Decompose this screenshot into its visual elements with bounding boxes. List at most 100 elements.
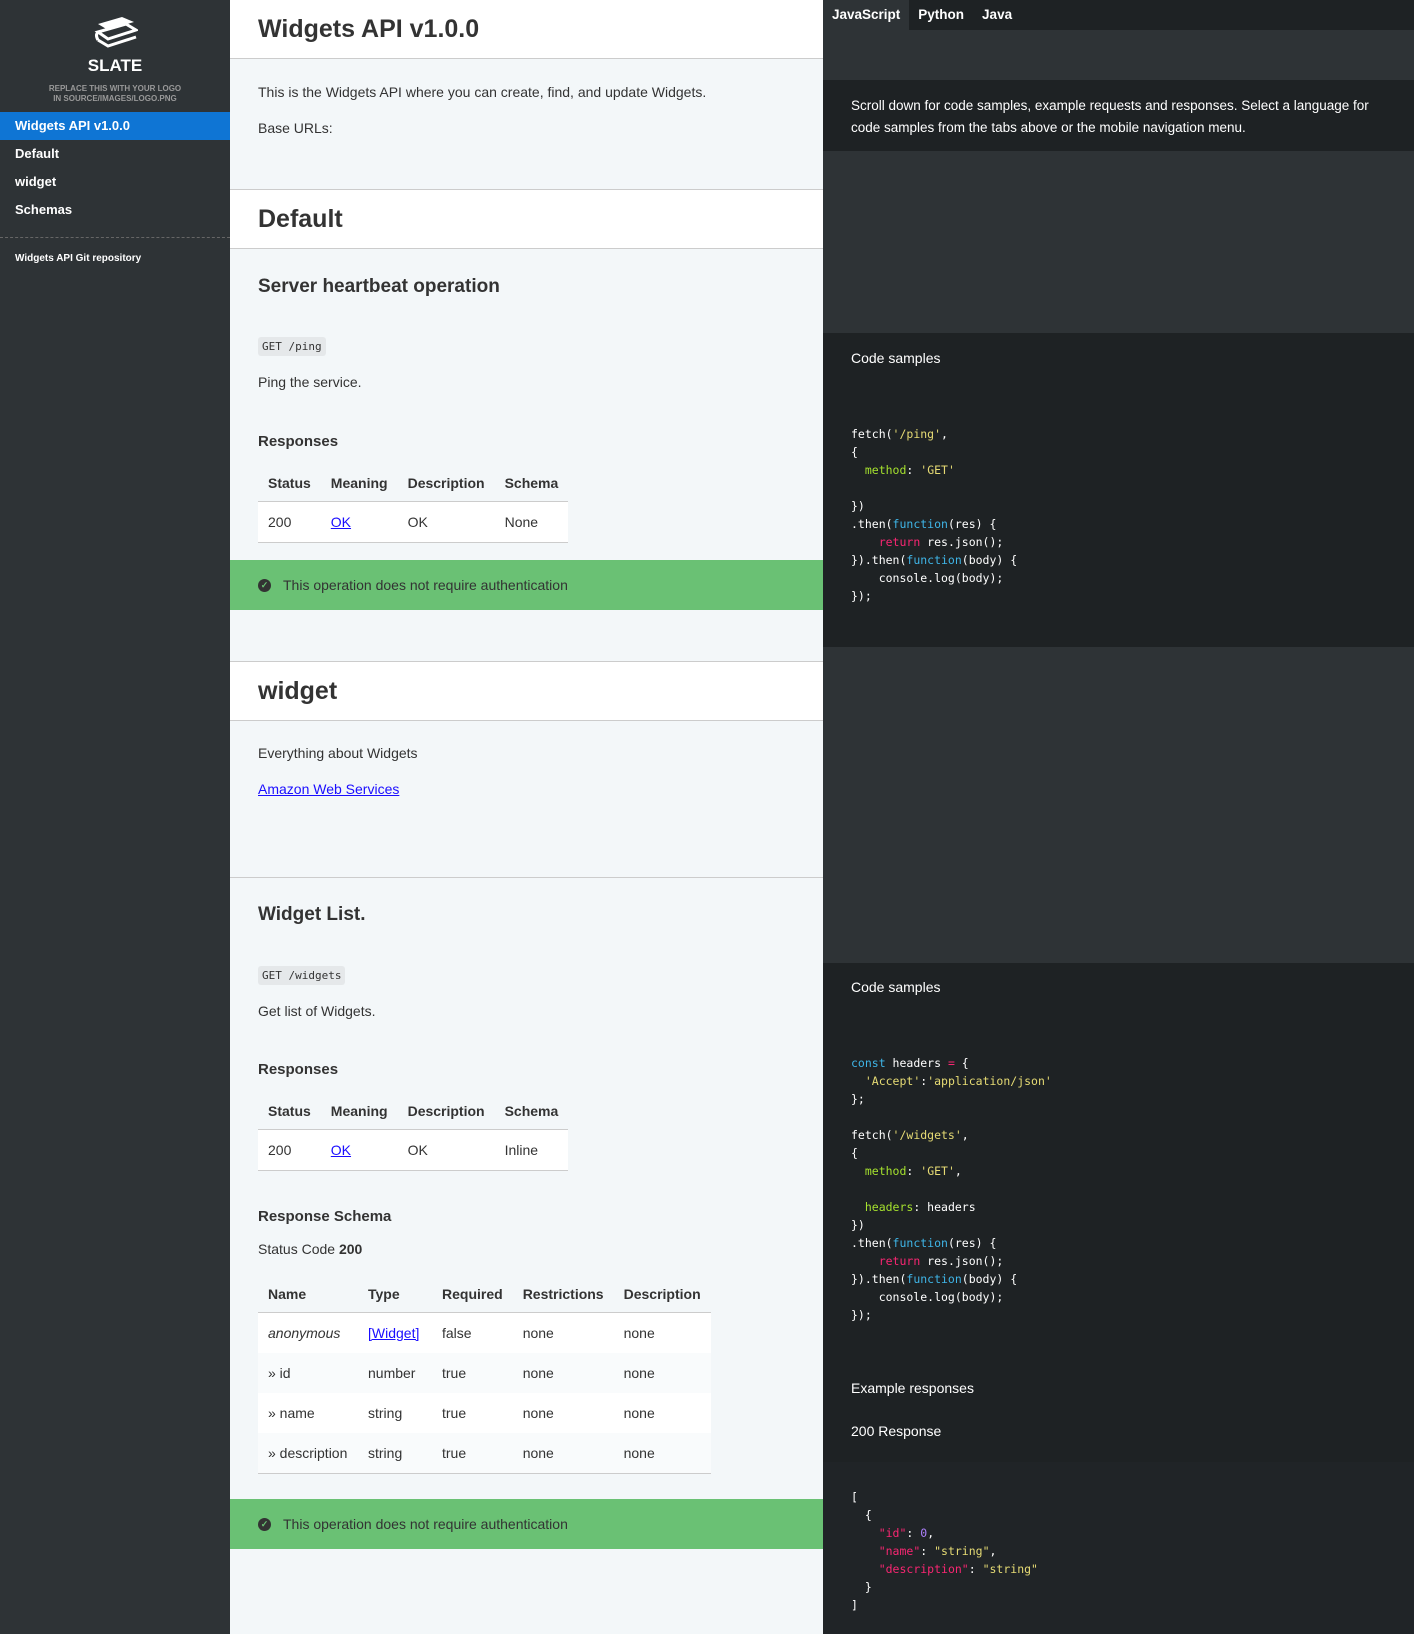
endpoint-code: GET /widgets bbox=[258, 966, 346, 985]
operation-description: Get list of Widgets. bbox=[258, 1003, 376, 1019]
column-header: Description bbox=[397, 465, 495, 502]
code-sample-ping: fetch('/ping', { method: 'GET' }) .then(… bbox=[851, 427, 1018, 603]
column-header: Status bbox=[258, 465, 321, 502]
type-cell: number bbox=[358, 1353, 432, 1393]
divider bbox=[0, 237, 230, 238]
code-sample-widgets: const headers = { 'Accept':'application/… bbox=[851, 1056, 1052, 1322]
status-code-value: 200 bbox=[338, 1241, 363, 1257]
status-cell: 200 bbox=[258, 1129, 321, 1171]
logo-subtitle: IN SOURCE/IMAGES/LOGO.PNG bbox=[53, 94, 177, 103]
description-cell: none bbox=[613, 1353, 711, 1393]
books-logo-icon bbox=[94, 17, 138, 48]
aws-link[interactable]: Amazon Web Services bbox=[258, 781, 399, 797]
git-repo-link[interactable]: Widgets API Git repository bbox=[15, 253, 141, 264]
ok-link[interactable]: OK bbox=[331, 514, 351, 530]
type-cell: string bbox=[358, 1393, 432, 1433]
name-cell: » description bbox=[258, 1433, 358, 1474]
code-samples-label: Code samples bbox=[823, 963, 1414, 1012]
description-cell: none bbox=[613, 1312, 711, 1353]
logo-subtitle: REPLACE THIS WITH YOUR LOGO bbox=[48, 84, 182, 93]
example-responses-header: Example responses 200 Response bbox=[823, 1366, 1414, 1462]
table-row: » description string true none none bbox=[258, 1433, 711, 1474]
schema-cell: None bbox=[494, 501, 569, 543]
name-cell: anonymous bbox=[258, 1312, 358, 1353]
responses-heading: Responses bbox=[258, 1061, 339, 1078]
check-circle-icon: ✓ bbox=[258, 578, 271, 592]
restrictions-cell: none bbox=[512, 1393, 614, 1433]
required-cell: true bbox=[432, 1433, 513, 1474]
ok-link[interactable]: OK bbox=[331, 1142, 351, 1158]
description-cell: OK bbox=[397, 501, 495, 543]
column-header: Type bbox=[358, 1276, 432, 1313]
code-panel: JavaScript Python Java Scroll down for c… bbox=[823, 0, 1414, 1634]
code-block: [ { "id": 0, "name": "string", "descript… bbox=[823, 1462, 1414, 1634]
table-row: » id number true none none bbox=[258, 1353, 711, 1393]
description-cell: none bbox=[613, 1393, 711, 1433]
name-cell: » name bbox=[258, 1393, 358, 1433]
tab-javascript[interactable]: JavaScript bbox=[823, 0, 910, 30]
operation-description: Ping the service. bbox=[258, 374, 362, 390]
intro-text: This is the Widgets API where you can cr… bbox=[258, 84, 707, 100]
table-row: 200 OK OK Inline bbox=[258, 1129, 569, 1171]
column-header: Name bbox=[258, 1276, 358, 1313]
logo-title: SLATE bbox=[87, 56, 143, 75]
endpoint-code: GET /ping bbox=[258, 337, 326, 356]
responses-table: Status Meaning Description Schema 200 OK OK In… bbox=[258, 1093, 569, 1171]
code-block: fetch('/ping', { method: 'GET' }) .then(… bbox=[823, 383, 1414, 647]
code-samples-label: Code samples bbox=[823, 333, 1414, 383]
page-title: Widgets API v1.0.0 bbox=[230, 0, 823, 59]
code-block: const headers = { 'Accept':'application/… bbox=[823, 1012, 1414, 1366]
column-header: Schema bbox=[494, 1093, 569, 1130]
auth-notice: ✓ This operation does not require authent… bbox=[230, 560, 823, 610]
column-header: Restrictions bbox=[512, 1276, 614, 1313]
operation-title: Widget List. bbox=[258, 904, 366, 925]
auth-notice: ✓ This operation does not require authent… bbox=[230, 1499, 823, 1549]
restrictions-cell: none bbox=[512, 1353, 614, 1393]
example-response-json: [ { "id": 0, "name": "string", "descript… bbox=[851, 1490, 1038, 1612]
table-row: » name string true none none bbox=[258, 1393, 711, 1433]
column-header: Description bbox=[397, 1093, 495, 1130]
description-cell: OK bbox=[397, 1129, 495, 1171]
responses-heading: Responses bbox=[258, 433, 339, 450]
sidebar: SLATE REPLACE THIS WITH YOUR LOGO IN SOU… bbox=[0, 0, 230, 1634]
description-cell: none bbox=[613, 1433, 711, 1474]
sidebar-item-schemas[interactable]: Schemas bbox=[0, 196, 230, 224]
required-cell: false bbox=[432, 1312, 513, 1353]
response-schema-heading: Response Schema bbox=[258, 1208, 392, 1225]
divider bbox=[230, 877, 823, 878]
response-schema-table: Name Type Required Restrictions Descript… bbox=[258, 1276, 711, 1474]
tab-python[interactable]: Python bbox=[909, 0, 973, 30]
status-code-line: Status Code 200 bbox=[258, 1241, 362, 1257]
sidebar-item-widget[interactable]: widget bbox=[0, 168, 230, 196]
column-header: Schema bbox=[494, 465, 569, 502]
required-cell: true bbox=[432, 1393, 513, 1433]
schema-cell: Inline bbox=[494, 1129, 569, 1171]
base-urls-label: Base URLs: bbox=[258, 120, 333, 136]
tab-java[interactable]: Java bbox=[973, 0, 1021, 30]
example-responses-label: Example responses bbox=[851, 1380, 974, 1396]
language-tabs: JavaScript Python Java bbox=[823, 0, 1414, 30]
status-code-label: Status Code bbox=[258, 1241, 336, 1257]
column-header: Required bbox=[432, 1276, 513, 1313]
operation-title: Server heartbeat operation bbox=[258, 276, 500, 297]
section-description: Everything about Widgets bbox=[258, 745, 418, 761]
code-panel-intro: Scroll down for code samples, example re… bbox=[823, 80, 1414, 151]
table-row: anonymous [Widget] false none none bbox=[258, 1312, 711, 1353]
table-row: 200 OK OK None bbox=[258, 501, 569, 543]
restrictions-cell: none bbox=[512, 1312, 614, 1353]
status-cell: 200 bbox=[258, 501, 321, 543]
column-header: Description bbox=[613, 1276, 711, 1313]
main-content: Widgets API v1.0.0 This is the Widgets A… bbox=[230, 0, 823, 1634]
widget-schema-link[interactable]: [Widget] bbox=[368, 1325, 419, 1341]
sidebar-item-default[interactable]: Default bbox=[0, 140, 230, 168]
type-cell: string bbox=[358, 1433, 432, 1474]
check-circle-icon: ✓ bbox=[258, 1517, 271, 1531]
name-cell: » id bbox=[258, 1353, 358, 1393]
responses-table: Status Meaning Description Schema 200 OK OK No… bbox=[258, 465, 569, 543]
sidebar-item-widgets-api[interactable]: Widgets API v1.0.0 bbox=[0, 112, 230, 140]
auth-notice-text: This operation does not require authenti… bbox=[283, 1516, 568, 1532]
column-header: Status bbox=[258, 1093, 321, 1130]
restrictions-cell: none bbox=[512, 1433, 614, 1474]
column-header: Meaning bbox=[320, 1093, 398, 1130]
auth-notice-text: This operation does not require authenti… bbox=[283, 577, 568, 593]
